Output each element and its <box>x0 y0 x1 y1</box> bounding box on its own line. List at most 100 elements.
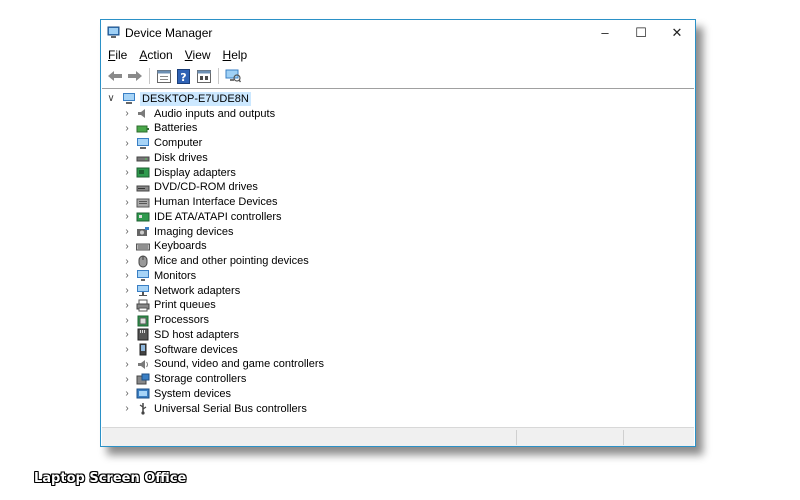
chevron-right-icon[interactable]: › <box>122 167 132 178</box>
help-button[interactable]: ? <box>174 67 193 85</box>
tree-item[interactable]: › Display adapters <box>122 165 236 180</box>
battery-icon <box>136 125 149 133</box>
tree-item[interactable]: › SD host adapters <box>122 327 239 342</box>
disk-drive-icon <box>136 156 150 162</box>
window-title: Device Manager <box>125 26 213 40</box>
tree-item[interactable]: › Storage controllers <box>122 372 246 387</box>
properties-button[interactable] <box>154 67 173 85</box>
chevron-right-icon[interactable]: › <box>122 388 132 399</box>
tree-item[interactable]: › Audio inputs and outputs <box>122 106 275 121</box>
menu-bar: File Action View Help <box>101 46 252 64</box>
svg-text:?: ? <box>180 71 186 84</box>
chevron-right-icon[interactable]: › <box>122 123 132 134</box>
tree-item-label: Display adapters <box>154 166 236 179</box>
tree-item[interactable]: › Mice and other pointing devices <box>122 254 309 269</box>
tree-item[interactable]: › Network adapters <box>122 283 240 298</box>
title-bar[interactable]: Device Manager – ☐ ✕ <box>101 20 695 45</box>
display-adapter-icon <box>136 167 150 178</box>
system-device-icon <box>136 388 150 399</box>
tree-item-label: Keyboards <box>154 240 207 253</box>
chevron-right-icon[interactable]: › <box>122 329 132 340</box>
chevron-right-icon[interactable]: › <box>122 108 132 119</box>
chevron-right-icon[interactable]: › <box>122 152 132 163</box>
menu-view[interactable]: View <box>178 46 216 64</box>
tree-item-label: Computer <box>154 137 203 149</box>
close-button[interactable]: ✕ <box>658 20 696 45</box>
tree-item[interactable]: › System devices <box>122 386 231 401</box>
tree-item[interactable]: › Batteries <box>122 121 197 136</box>
device-tree[interactable]: ∨ DESKTOP-E7UDE8N › Audio inputs and outp… <box>102 88 694 427</box>
chevron-right-icon[interactable]: › <box>122 226 132 237</box>
chevron-right-icon[interactable]: › <box>122 270 132 281</box>
chevron-right-icon[interactable]: › <box>122 359 132 370</box>
minimize-button[interactable]: – <box>586 20 624 45</box>
tree-root[interactable]: ∨ DESKTOP-E7UDE8N <box>105 91 251 106</box>
status-separator <box>516 430 517 445</box>
tree-item-label: IDE ATA/ATAPI controllers <box>154 210 282 223</box>
menu-action[interactable]: Action <box>132 46 177 64</box>
forward-button[interactable] <box>125 67 144 85</box>
tree-item[interactable]: › IDE ATA/ATAPI controllers <box>122 209 282 224</box>
usb-icon <box>139 403 147 415</box>
tree-item[interactable]: › Sound, video and game controllers <box>122 357 324 372</box>
help-icon: ? <box>177 68 190 84</box>
sd-card-icon <box>137 328 149 341</box>
tree-item[interactable]: › Keyboards <box>122 239 207 254</box>
hid-icon <box>136 198 150 207</box>
tree-item-label: Storage controllers <box>154 373 247 385</box>
menu-file[interactable]: File <box>101 46 132 64</box>
chevron-right-icon[interactable]: › <box>122 285 132 296</box>
software-device-icon <box>139 343 147 356</box>
watermark: Laptop Screen Office <box>34 471 187 486</box>
tree-item[interactable]: › Monitors <box>122 268 196 283</box>
tree-item-label: Disk drives <box>154 151 208 164</box>
chevron-right-icon[interactable]: › <box>122 403 132 414</box>
chevron-down-icon[interactable]: ∨ <box>105 93 117 104</box>
tree-item-label: Human Interface Devices <box>154 196 278 208</box>
tree-item[interactable]: › Disk drives <box>122 150 208 165</box>
chevron-right-icon[interactable]: › <box>122 300 132 311</box>
chevron-right-icon[interactable]: › <box>122 182 132 193</box>
chevron-right-icon[interactable]: › <box>122 211 132 222</box>
tree-item[interactable]: › Processors <box>122 313 209 328</box>
scan-hardware-button[interactable] <box>223 67 242 85</box>
chevron-right-icon[interactable]: › <box>122 241 132 252</box>
tree-item-label: Print queues <box>154 299 216 312</box>
tree-item[interactable]: › Universal Serial Bus controllers <box>122 401 307 416</box>
tree-item-label: DVD/CD-ROM drives <box>154 181 258 194</box>
tree-item-label: Mice and other pointing devices <box>154 255 309 267</box>
status-bar <box>102 427 694 446</box>
scan-hardware-icon <box>225 69 241 83</box>
ide-controller-icon <box>136 212 150 222</box>
tree-item-label: Batteries <box>154 122 198 135</box>
tree-item-label: Audio inputs and outputs <box>154 107 276 120</box>
toolbar-separator <box>149 68 150 84</box>
tree-item-label: System devices <box>154 387 232 400</box>
back-button[interactable] <box>105 67 124 85</box>
chevron-right-icon[interactable]: › <box>122 138 132 149</box>
tree-item[interactable]: › Print queues <box>122 298 216 313</box>
device-manager-window: Device Manager – ☐ ✕ File Action View He… <box>100 19 696 447</box>
view-button[interactable] <box>194 67 213 85</box>
keyboard-icon <box>136 243 150 251</box>
back-arrow-icon <box>107 71 122 81</box>
tree-item[interactable]: › Human Interface Devices <box>122 195 278 210</box>
forward-arrow-icon <box>127 71 142 81</box>
dvd-drive-icon <box>136 185 150 192</box>
mouse-icon <box>138 255 148 267</box>
menu-help[interactable]: Help <box>216 46 253 64</box>
status-separator <box>623 430 624 445</box>
tree-item[interactable]: › Software devices <box>122 342 238 357</box>
toolbar-separator <box>218 68 219 84</box>
chevron-right-icon[interactable]: › <box>122 197 132 208</box>
tree-item[interactable]: › Computer <box>122 136 202 151</box>
chevron-right-icon[interactable]: › <box>122 315 132 326</box>
chevron-right-icon[interactable]: › <box>122 344 132 355</box>
view-icon <box>196 69 211 83</box>
chevron-right-icon[interactable]: › <box>122 256 132 267</box>
chevron-right-icon[interactable]: › <box>122 374 132 385</box>
tree-item[interactable]: › Imaging devices <box>122 224 233 239</box>
tree-item[interactable]: › DVD/CD-ROM drives <box>122 180 258 195</box>
root-label: DESKTOP-E7UDE8N <box>140 91 251 106</box>
maximize-button[interactable]: ☐ <box>622 20 660 45</box>
